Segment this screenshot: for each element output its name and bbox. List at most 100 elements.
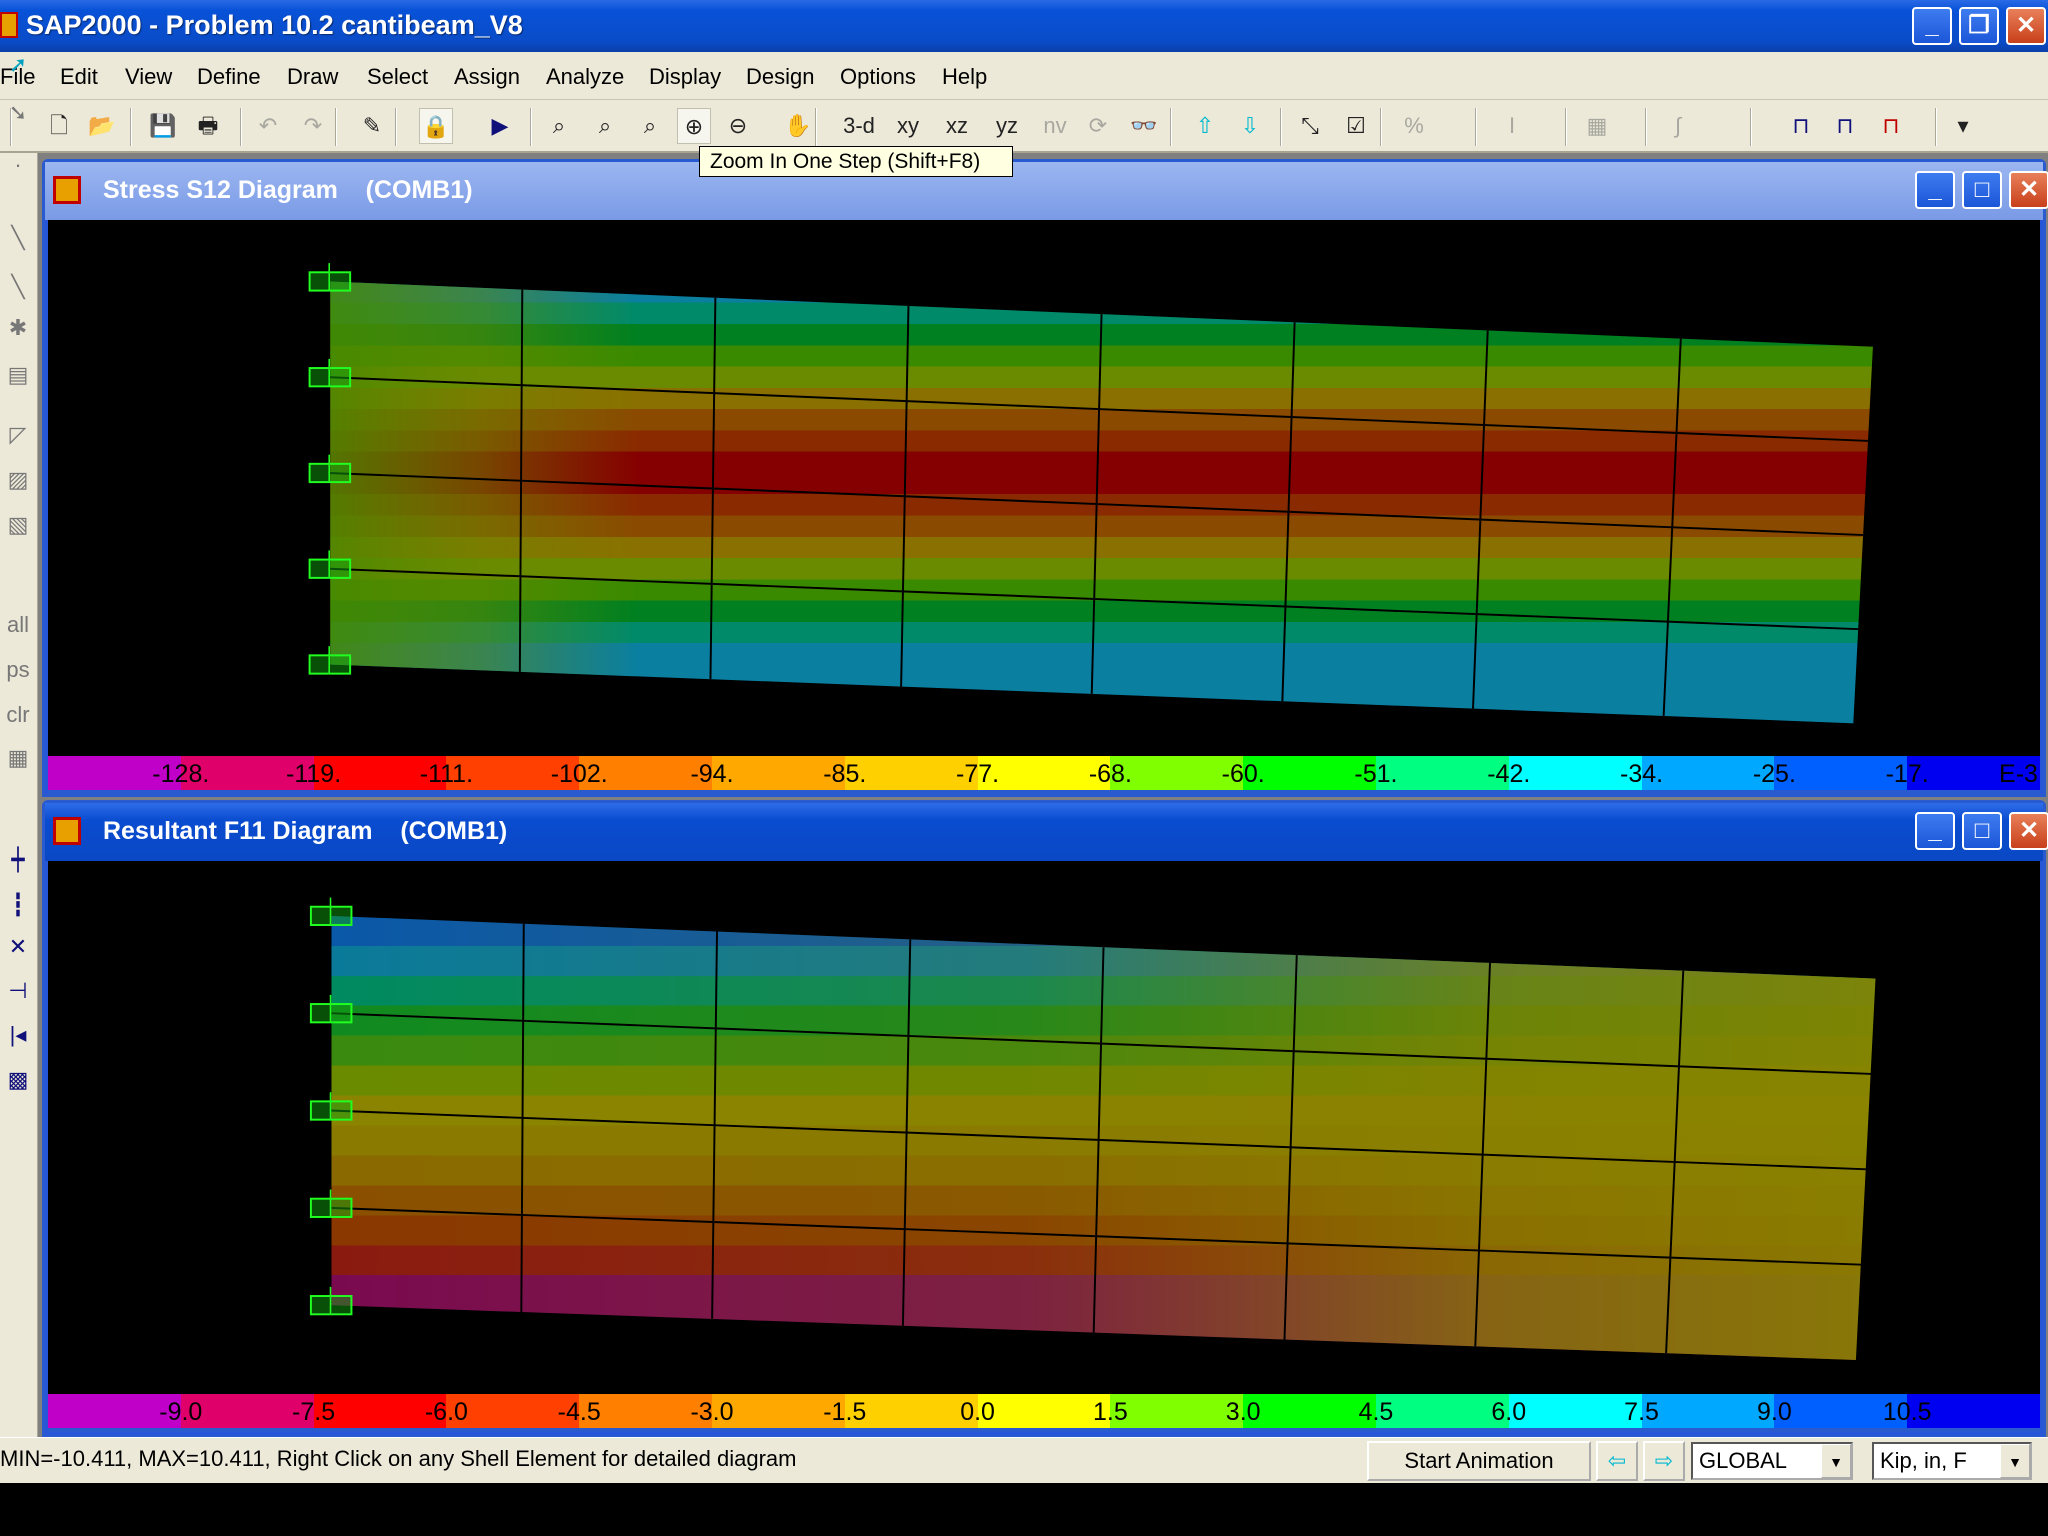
redo-button[interactable]: ↷ <box>296 108 330 144</box>
draw-poly-area-icon[interactable]: ◸ <box>2 420 34 450</box>
legend-tick-label: -77. <box>956 760 1000 788</box>
start-animation-button[interactable]: Start Animation <box>1367 1441 1591 1481</box>
select-all-icon[interactable]: all <box>2 610 34 640</box>
view-xz-button[interactable]: xz <box>940 108 974 144</box>
chevron-down-icon: ▼ <box>1821 1444 1851 1478</box>
spring-button[interactable]: ∫ <box>1661 108 1695 144</box>
draw-area-icon[interactable]: ▤ <box>2 360 34 390</box>
restore-previous-zoom-button[interactable]: ⌕ <box>633 108 667 144</box>
area-fill-button[interactable]: ▦ <box>1580 108 1614 144</box>
view-xy-button[interactable]: xy <box>891 108 925 144</box>
quick-draw-frame-icon[interactable]: ╲ <box>2 272 34 302</box>
snap-ends-icon[interactable]: ┇ <box>2 890 34 920</box>
frame-h-button[interactable]: ⊓ <box>1828 108 1862 144</box>
clear-selection-icon[interactable]: clr <box>2 700 34 730</box>
intersecting-line-select-icon[interactable]: ▦ <box>2 743 34 773</box>
frame-2d-button[interactable]: ⊓ <box>1784 108 1818 144</box>
stress-s12-window[interactable]: Stress S12 Diagram (COMB1) _ □ ✕ -128. -1… <box>42 159 2048 797</box>
spring-icon: ∫ <box>1674 113 1682 138</box>
legend-color-segment: 6.0 <box>1375 1394 1526 1428</box>
frame-h-icon: ⊓ <box>1836 113 1854 138</box>
units-dropdown[interactable]: Kip, in, F ▼ <box>1872 1442 2032 1480</box>
window-app-icon[interactable] <box>53 176 81 204</box>
legend-color-segment: -128. <box>48 756 209 790</box>
view-nv-button[interactable]: nv <box>1038 108 1072 144</box>
minimize-button[interactable]: _ <box>1912 7 1952 45</box>
fill-pattern-icon: ▦ <box>1586 113 1608 138</box>
frame-deformed-button[interactable]: ⊓ <box>1874 108 1908 144</box>
window-close-button[interactable]: ✕ <box>2009 171 2048 209</box>
menu-assign[interactable]: Assign <box>454 64 520 90</box>
window-minimize-button[interactable]: _ <box>1915 812 1955 850</box>
snap-intersections-icon[interactable]: ✕ <box>2 932 34 962</box>
menu-help[interactable]: Help <box>942 64 987 90</box>
view-yz-button[interactable]: yz <box>990 108 1024 144</box>
quick-draw-area-icon[interactable]: ▧ <box>2 510 34 540</box>
menu-draw[interactable]: Draw <box>287 64 338 90</box>
menu-view[interactable]: View <box>125 64 172 90</box>
menu-define[interactable]: Define <box>197 64 261 90</box>
draw-point-icon[interactable]: · <box>2 150 34 180</box>
menu-design[interactable]: Design <box>746 64 814 90</box>
shrink-button[interactable]: ⤡ <box>1293 108 1327 144</box>
edit-button[interactable]: ✎ <box>355 108 389 144</box>
restore-button[interactable]: ❐ <box>1959 7 1999 45</box>
draw-link-icon[interactable]: ✱ <box>2 313 34 343</box>
lock-button[interactable]: 🔒 <box>419 108 453 144</box>
section-button[interactable]: I <box>1495 108 1529 144</box>
window-title-bar[interactable]: Stress S12 Diagram (COMB1) _ □ ✕ <box>45 162 2048 220</box>
undo-button[interactable]: ↶ <box>251 108 285 144</box>
snap-points-icon[interactable]: ┿ <box>2 845 34 875</box>
coord-system-dropdown[interactable]: GLOBAL ▼ <box>1691 1442 1853 1480</box>
window-app-icon[interactable] <box>53 817 81 845</box>
view-3d-button[interactable]: 3-d <box>842 108 876 144</box>
save-button[interactable]: 💾 <box>146 108 180 144</box>
pan-button[interactable]: ✋ <box>781 108 815 144</box>
resultant-contour-canvas[interactable] <box>48 861 2040 1394</box>
snap-fine-grid-icon[interactable]: ▩ <box>2 1065 34 1095</box>
zoom-in-button[interactable]: ⊕ <box>677 108 711 144</box>
menu-analyze[interactable]: Analyze <box>546 64 624 90</box>
toolbar-button-label: 3-d <box>843 113 875 138</box>
perspective-button[interactable]: 👓 <box>1127 108 1161 144</box>
menu-select[interactable]: Select <box>367 64 428 90</box>
snap-lines-icon[interactable]: |◂ <box>2 1020 34 1050</box>
menu-display[interactable]: Display <box>649 64 721 90</box>
new-button[interactable]: 🗋 <box>42 108 76 144</box>
move-up-button[interactable]: ⇧ <box>1188 108 1222 144</box>
menu-options[interactable]: Options <box>840 64 916 90</box>
assign-percent-button[interactable]: % <box>1397 108 1431 144</box>
resultant-contour-plot <box>309 897 1878 1361</box>
move-down-button[interactable]: ⇩ <box>1233 108 1267 144</box>
reshape-pointer-icon[interactable]: ➘ <box>2 98 34 128</box>
select-pointer-icon[interactable]: ➚ <box>2 50 34 80</box>
legend-tick-label: -68. <box>1088 760 1132 788</box>
snap-perpendicular-icon[interactable]: ⊣ <box>2 976 34 1006</box>
resultant-f11-window[interactable]: Resultant F11 Diagram (COMB1) _ □ ✕ -9.0… <box>42 800 2048 1438</box>
window-title-bar[interactable]: Resultant F11 Diagram (COMB1) _ □ ✕ <box>45 803 2048 861</box>
restore-full-view-button[interactable]: ⌕ <box>588 108 622 144</box>
rubber-band-zoom-button[interactable]: ⌕ <box>542 108 576 144</box>
window-maximize-button[interactable]: □ <box>1962 171 2002 209</box>
close-button[interactable]: ✕ <box>2006 7 2046 45</box>
rotate-button[interactable]: ⟳ <box>1081 108 1115 144</box>
window-close-button[interactable]: ✕ <box>2009 812 2048 850</box>
run-button[interactable]: ▶ <box>483 108 517 144</box>
open-button[interactable]: 📂 <box>85 108 119 144</box>
next-step-button[interactable]: ⇨ <box>1643 1441 1685 1481</box>
more-button[interactable]: ▾ <box>1946 108 1980 144</box>
set-display-button[interactable]: ☑ <box>1339 108 1373 144</box>
draw-frame-icon[interactable]: ╲ <box>2 223 34 253</box>
menu-edit[interactable]: Edit <box>60 64 98 90</box>
legend-color-segment: -9.0 <box>48 1394 202 1428</box>
stress-contour-canvas[interactable] <box>48 220 2040 756</box>
previous-step-button[interactable]: ⇦ <box>1596 1441 1638 1481</box>
sap2000-app-icon[interactable] <box>0 12 18 38</box>
window-minimize-button[interactable]: _ <box>1915 171 1955 209</box>
draw-rect-area-icon[interactable]: ▨ <box>2 465 34 495</box>
window-maximize-button[interactable]: □ <box>1962 812 2002 850</box>
zoom-out-button[interactable]: ⊖ <box>721 108 755 144</box>
print-button[interactable]: 🖶 <box>191 108 225 144</box>
get-previous-selection-icon[interactable]: ps <box>2 655 34 685</box>
app-title-bar[interactable]: SAP2000 - Problem 10.2 cantibeam_V8 _ ❐ … <box>0 0 2048 52</box>
